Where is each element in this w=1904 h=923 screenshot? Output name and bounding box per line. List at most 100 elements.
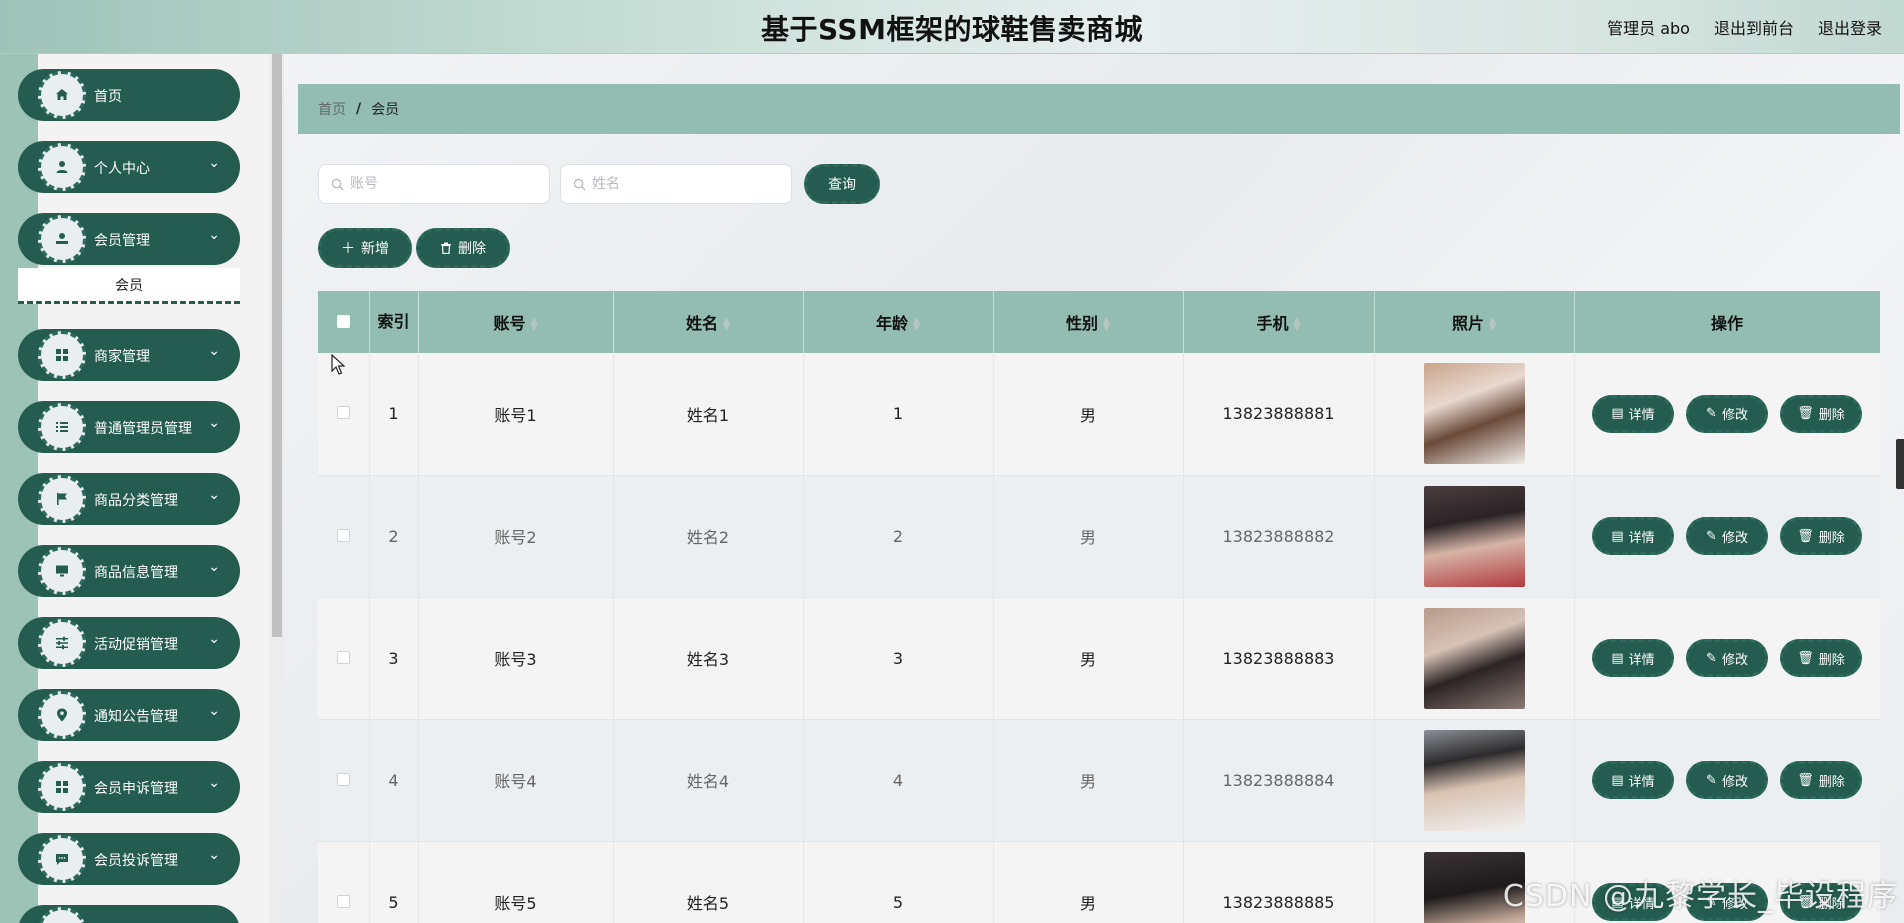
member-photo[interactable] xyxy=(1423,485,1525,587)
row-delete-button-label: 删除 xyxy=(1818,652,1845,668)
add-button[interactable]: ＋ 新增 xyxy=(318,228,412,268)
row-select-cell xyxy=(318,597,370,720)
sort-icon[interactable]: ▲ ▼ xyxy=(1294,316,1301,332)
document-icon: ▤ xyxy=(1611,406,1624,422)
submenu-item-member[interactable]: 会员 xyxy=(18,268,240,304)
cell-index: 2 xyxy=(369,475,419,598)
sidebar-item-home[interactable]: 首页 xyxy=(18,69,240,121)
member-photo[interactable] xyxy=(1423,363,1525,465)
col-gender[interactable]: 性别 ▲ ▼ xyxy=(993,291,1184,353)
member-photo[interactable] xyxy=(1423,729,1525,831)
cell-actions: ▤ 详情 ✎ 修改 🗑 删除 xyxy=(1574,719,1880,842)
cell-name: 姓名3 xyxy=(613,597,804,720)
cell-index: 1 xyxy=(369,353,419,476)
sidebar-item-label: 商家管理 xyxy=(94,349,150,365)
member-photo[interactable] xyxy=(1423,607,1525,709)
detail-button[interactable]: ▤ 详情 xyxy=(1592,761,1674,799)
cell-age: 1 xyxy=(803,353,994,476)
sidebar-item-categories[interactable]: 商品分类管理 ⌄ xyxy=(18,473,240,525)
col-photo[interactable]: 照片 ▲ ▼ xyxy=(1374,291,1575,353)
sidebar-item-promotions[interactable]: 活动促销管理 ⌄ xyxy=(18,617,240,669)
sidebar-item-products[interactable]: 商品信息管理 ⌄ xyxy=(18,545,240,597)
side-handle[interactable] xyxy=(1896,439,1904,489)
menu-icon xyxy=(38,907,86,923)
user-icon xyxy=(38,143,86,191)
sort-icon[interactable]: ▲ ▼ xyxy=(723,316,730,332)
sidebar-item-merchants[interactable]: 商家管理 ⌄ xyxy=(18,329,240,381)
sidebar-item-complaints[interactable]: 会员投诉管理 ⌄ xyxy=(18,833,240,885)
row-select-cell xyxy=(318,475,370,598)
cell-gender: 男 xyxy=(993,475,1184,598)
sort-icon[interactable]: ▲ ▼ xyxy=(913,316,920,332)
row-select-cell xyxy=(318,719,370,842)
breadcrumb-home[interactable]: 首页 xyxy=(318,99,346,119)
trash-icon: 🗑 xyxy=(1797,528,1814,544)
trash-icon: 🗑 xyxy=(1797,772,1814,788)
sidebar-item-admins[interactable]: 普通管理员管理 ⌄ xyxy=(18,401,240,453)
account-search-field[interactable] xyxy=(318,164,550,204)
row-delete-button[interactable]: 🗑 删除 xyxy=(1780,639,1862,677)
document-icon: ▤ xyxy=(1611,650,1624,666)
scrollbar-thumb[interactable] xyxy=(272,54,282,637)
sidebar-item-members[interactable]: 会员管理 ⌄ xyxy=(18,213,240,265)
col-age[interactable]: 年龄 ▲ ▼ xyxy=(803,291,994,353)
sidebar-item-label: 会员申诉管理 xyxy=(94,781,178,797)
chevron-down-icon: ⌄ xyxy=(208,415,220,431)
cell-name: 姓名2 xyxy=(613,475,804,598)
chevron-down-icon: ⌄ xyxy=(208,775,220,791)
account-search-input[interactable] xyxy=(350,176,530,192)
sort-icon[interactable]: ▲ ▼ xyxy=(531,316,538,332)
col-photo-label: 照片 xyxy=(1452,314,1485,333)
watermark: CSDN @九黎学长_毕设程序 xyxy=(1502,879,1898,914)
query-button[interactable]: 查询 xyxy=(804,164,880,204)
sidebar: 首页 个人中心 ⌄ 会员管理 ⌄ 会员 商家管理 ⌄ 普通管理员管理 ⌄ 商品分… xyxy=(0,54,284,923)
row-checkbox[interactable] xyxy=(336,528,350,542)
cell-photo xyxy=(1374,597,1575,720)
row-checkbox[interactable] xyxy=(336,894,350,908)
monitor-icon xyxy=(38,547,86,595)
col-name[interactable]: 姓名 ▲ ▼ xyxy=(613,291,804,353)
sidebar-scrollbar[interactable] xyxy=(270,54,284,923)
edit-button[interactable]: ✎ 修改 xyxy=(1686,639,1768,677)
cell-phone: 13823888882 xyxy=(1183,475,1375,598)
delete-button[interactable]: 删除 xyxy=(416,228,510,268)
col-actions: 操作 xyxy=(1574,291,1880,353)
detail-button[interactable]: ▤ 详情 xyxy=(1592,394,1674,433)
detail-button[interactable]: ▤ 详情 xyxy=(1592,517,1674,555)
cell-actions: ▤ 详情 ✎ 修改 🗑 删除 xyxy=(1574,353,1880,476)
edit-button[interactable]: ✎ 修改 xyxy=(1686,517,1768,555)
row-delete-button-label: 删除 xyxy=(1818,774,1845,790)
row-checkbox[interactable] xyxy=(336,772,350,786)
detail-button-label: 详情 xyxy=(1628,774,1655,790)
name-search-field[interactable] xyxy=(560,164,792,204)
col-phone[interactable]: 手机 ▲ ▼ xyxy=(1183,291,1375,353)
sort-icon[interactable]: ▲ ▼ xyxy=(1489,316,1496,332)
row-delete-button[interactable]: 🗑 删除 xyxy=(1780,394,1862,433)
col-account[interactable]: 账号 ▲ ▼ xyxy=(418,291,614,353)
mouse-cursor-icon xyxy=(331,354,345,375)
detail-button[interactable]: ▤ 详情 xyxy=(1592,639,1674,677)
row-checkbox[interactable] xyxy=(336,406,350,420)
row-checkbox[interactable] xyxy=(336,650,350,664)
edit-button-label: 修改 xyxy=(1721,652,1748,668)
back-to-front-link[interactable]: 退出到前台 xyxy=(1714,15,1794,39)
row-delete-button[interactable]: 🗑 删除 xyxy=(1780,517,1862,555)
location-icon xyxy=(38,691,86,739)
sidebar-item-appeals[interactable]: 会员申诉管理 ⌄ xyxy=(18,761,240,813)
pencil-icon: ✎ xyxy=(1706,406,1717,422)
detail-button-label: 详情 xyxy=(1628,652,1655,668)
sidebar-item-profile[interactable]: 个人中心 ⌄ xyxy=(18,141,240,193)
row-delete-button[interactable]: 🗑 删除 xyxy=(1780,761,1862,799)
edit-button[interactable]: ✎ 修改 xyxy=(1686,761,1768,799)
sort-icon[interactable]: ▲ ▼ xyxy=(1103,316,1110,332)
sliders-icon xyxy=(38,619,86,667)
sidebar-item-notices[interactable]: 通知公告管理 ⌄ xyxy=(18,689,240,741)
logout-link[interactable]: 退出登录 xyxy=(1818,15,1882,39)
message-icon xyxy=(38,835,86,883)
cell-photo xyxy=(1374,353,1575,476)
admin-user-label: 管理员 abo xyxy=(1607,19,1690,38)
edit-button[interactable]: ✎ 修改 xyxy=(1686,394,1768,433)
select-all-checkbox[interactable] xyxy=(336,314,350,328)
name-search-input[interactable] xyxy=(592,176,772,192)
sidebar-item-more[interactable] xyxy=(18,905,240,923)
